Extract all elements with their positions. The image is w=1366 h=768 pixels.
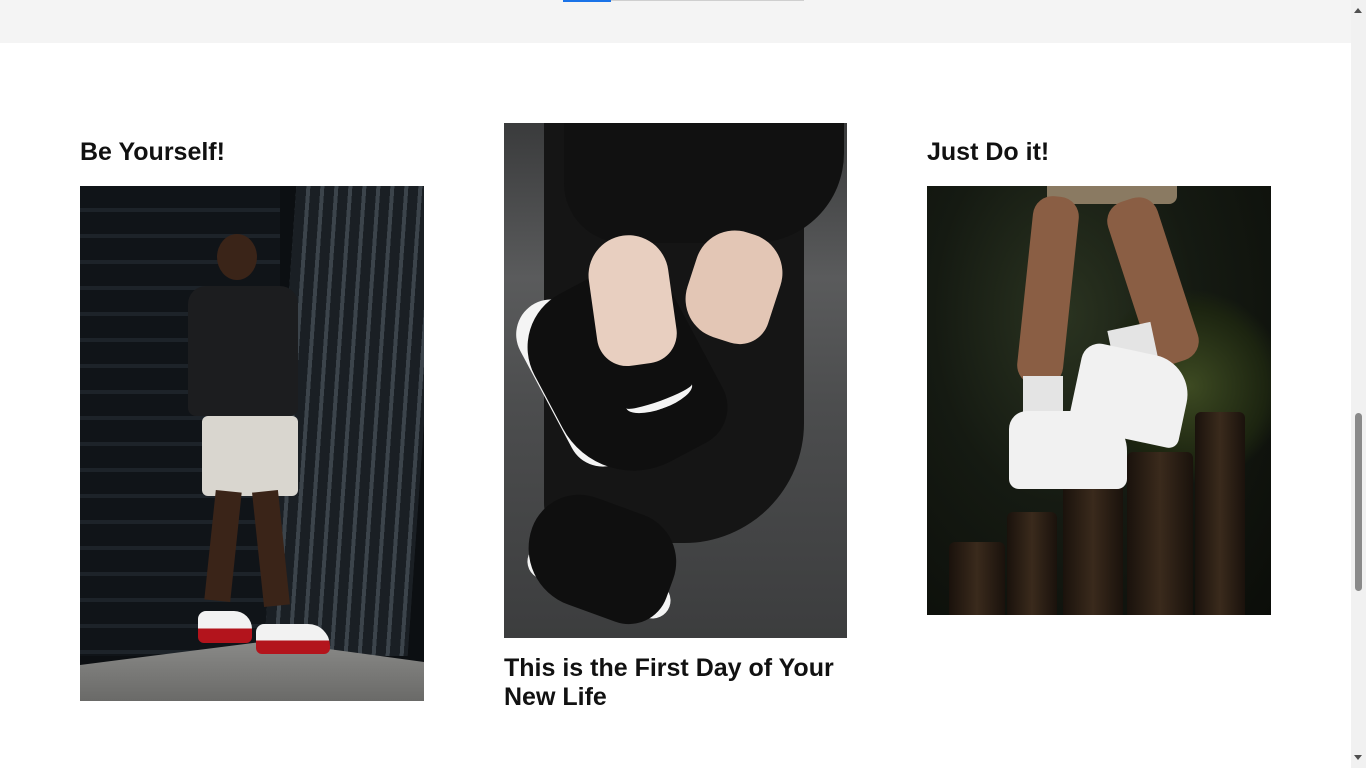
scroll-down-arrow-icon[interactable]: [1354, 755, 1362, 760]
card-title-be-yourself: Be Yourself!: [80, 138, 225, 166]
person-shorts: [202, 416, 298, 496]
sneaker-right: [256, 624, 330, 654]
sneaker-left: [198, 611, 252, 643]
top-banner-strip: [0, 0, 1351, 43]
wooden-stump: [949, 542, 1005, 615]
scrollbar-thumb[interactable]: [1355, 413, 1362, 591]
photo-legs-on-stumps[interactable]: [927, 186, 1271, 615]
photo-man-on-ledge[interactable]: [80, 186, 424, 701]
vertical-scrollbar[interactable]: [1351, 0, 1366, 768]
person-head: [217, 234, 257, 280]
person-torso: [188, 286, 298, 416]
wooden-stump: [1195, 412, 1245, 615]
scroll-up-arrow-icon[interactable]: [1354, 8, 1362, 13]
wooden-stump: [1063, 482, 1123, 615]
card-title-just-do-it: Just Do it!: [927, 138, 1050, 166]
person-leg-left: [1015, 194, 1081, 388]
slider-progress-indicator[interactable]: [563, 0, 611, 2]
wooden-stump: [1007, 512, 1057, 615]
wooden-stump: [1127, 452, 1193, 615]
card-title-first-day: This is the First Day of Your New Life: [504, 654, 834, 711]
page: Be Yourself! This is the First Day of Yo…: [0, 0, 1366, 768]
photo-tying-sneaker[interactable]: [504, 123, 847, 638]
sleeve: [564, 123, 844, 243]
